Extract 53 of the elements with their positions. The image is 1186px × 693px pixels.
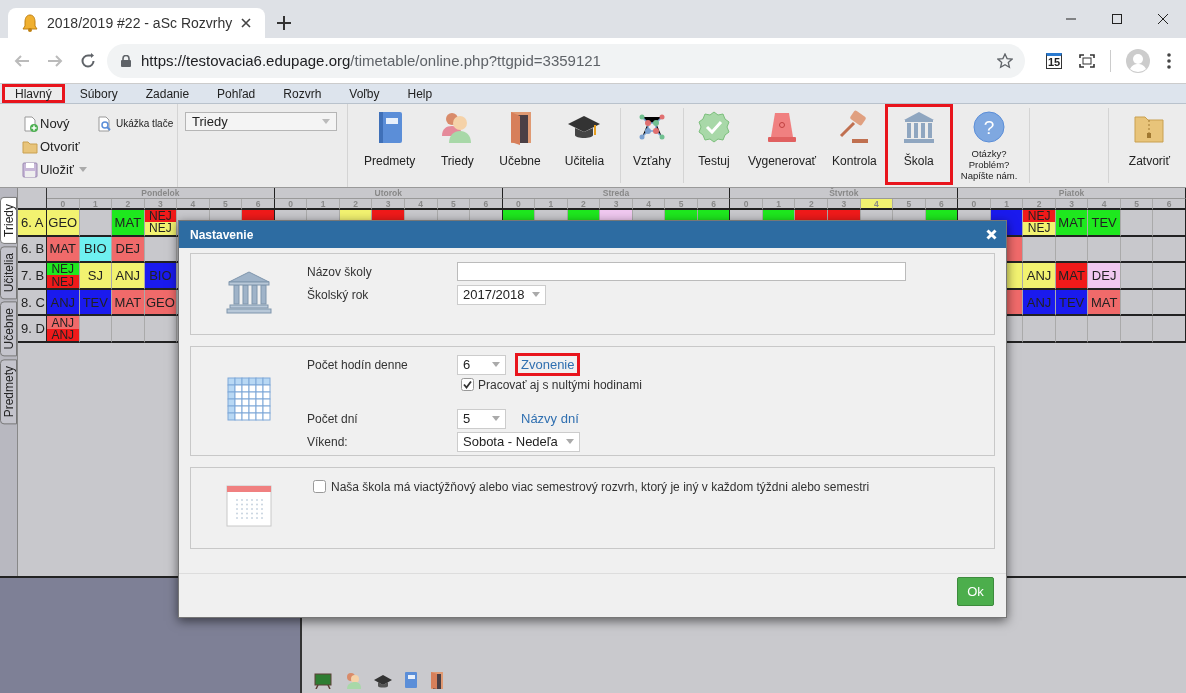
field-label: Počet hodín denne (307, 357, 409, 372)
lesson-card: DEJ (1088, 263, 1120, 288)
period-number: 1 (535, 199, 568, 210)
lesson-card: NEJ (144, 222, 177, 235)
lesson-card: SJ (79, 263, 112, 288)
day-header: Streda (502, 188, 731, 199)
lesson-card: DEJ (112, 236, 144, 262)
period-number: 5 (209, 199, 243, 210)
field-label: Názov školy (307, 264, 373, 279)
period-number: 4 (404, 199, 438, 210)
lesson-card: ANJ (47, 289, 79, 315)
period-number: 5 (437, 199, 471, 210)
period-number: 0 (274, 199, 308, 210)
period-number: 4 (860, 199, 894, 210)
period-number: 6 (1153, 199, 1186, 210)
checkbox-label: Pracovať aj s nultými hodinami (478, 377, 642, 392)
lesson-card: TEV (1088, 210, 1120, 235)
lesson-card: ANJ (1023, 289, 1055, 315)
period-number: 0 (730, 199, 763, 210)
period-number: 6 (470, 199, 503, 210)
lesson-card: MAT (112, 210, 144, 235)
day-header: Piatok (958, 188, 1186, 199)
lesson-card: NEJ (144, 210, 177, 223)
day-header: Utorok (274, 188, 503, 199)
lesson-card: MAT (1088, 289, 1120, 315)
period-number: 5 (893, 199, 926, 210)
lesson-card: NEJ (47, 275, 79, 288)
lesson-card: GEO (47, 210, 79, 235)
period-number: 1 (79, 199, 113, 210)
field-label: Víkend: (307, 434, 349, 449)
lesson-card: MAT (47, 236, 79, 262)
help-icon: ? (971, 109, 1007, 145)
period-number: 1 (307, 199, 340, 210)
checkbox-label: Naša škola má viactýžňový alebo viac semestrový rozvrh, ktorý je iný v každom týždni alebo semestri (331, 479, 870, 494)
lesson-card: ANJ (112, 263, 144, 288)
field-label: Školský rok (307, 287, 370, 302)
dialog-title: Nastavenie (190, 227, 254, 242)
lesson-card: ANJ (1023, 263, 1055, 288)
lesson-card: MAT (1055, 210, 1088, 235)
day-header: Pondelok (47, 188, 275, 199)
period-number: 4 (632, 199, 666, 210)
lesson-card: ANJ (47, 316, 79, 329)
lesson-card: MAT (112, 289, 144, 315)
lesson-card: NEJ (47, 263, 79, 276)
lesson-card: NEJ (1023, 222, 1055, 235)
lesson-card: BIO (144, 263, 177, 288)
lesson-card: NEJ (1023, 210, 1055, 223)
period-number: 5 (1120, 199, 1154, 210)
period-number: 4 (177, 199, 210, 210)
period-number: 0 (958, 199, 991, 210)
lesson-card: MAT (1055, 263, 1088, 288)
tab-title: 2018/2019 #22 - aSc Rozvrhy (47, 15, 233, 31)
field-label: Počet dní (307, 411, 359, 426)
